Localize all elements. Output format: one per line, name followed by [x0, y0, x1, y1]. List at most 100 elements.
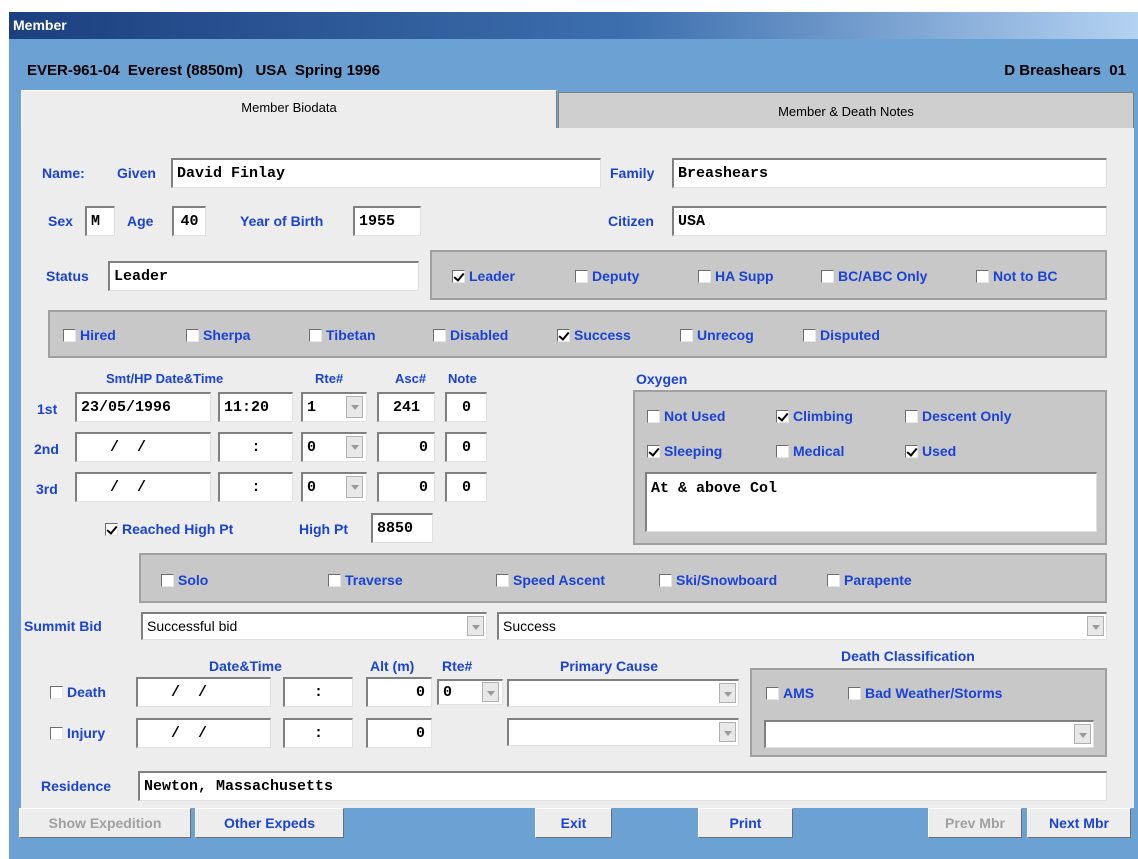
- ascent-field-3[interactable]: 0: [377, 472, 435, 502]
- success-checkbox[interactable]: Success: [557, 327, 631, 343]
- injury-time-field[interactable]: :: [283, 718, 353, 748]
- name-label: Name:: [42, 165, 85, 181]
- leader-checkbox[interactable]: Leader: [452, 268, 515, 284]
- ascent-field-2[interactable]: 0: [377, 432, 435, 462]
- death-classification-select[interactable]: [764, 720, 1094, 748]
- speed-ascent-checkbox[interactable]: Speed Ascent: [496, 572, 605, 588]
- route-select-2[interactable]: 0: [301, 432, 367, 462]
- show-expedition-button[interactable]: Show Expedition: [19, 808, 191, 838]
- oxygen-medical-checkbox[interactable]: Medical: [776, 443, 844, 459]
- ams-label: AMS: [783, 685, 815, 701]
- given-name-field[interactable]: David Finlay: [171, 158, 601, 188]
- disputed-checkbox[interactable]: Disputed: [803, 327, 880, 343]
- tab-member-biodata[interactable]: Member Biodata: [21, 90, 557, 130]
- sherpa-checkbox[interactable]: Sherpa: [186, 327, 250, 343]
- dropdown-arrow-icon[interactable]: [346, 436, 363, 458]
- oxygen-notes-field[interactable]: At & above Col: [645, 472, 1097, 532]
- member-header: D Breashears 01: [1004, 62, 1126, 79]
- not-to-bc-checkbox[interactable]: Not to BC: [976, 268, 1058, 284]
- disputed-label: Disputed: [820, 327, 880, 343]
- death-time-field[interactable]: :: [283, 677, 353, 707]
- oxygen-used-checkbox[interactable]: Used: [905, 443, 956, 459]
- parapente-checkbox[interactable]: Parapente: [827, 572, 912, 588]
- checkbox-icon: [186, 328, 199, 342]
- summit-date-3[interactable]: / /: [75, 472, 211, 502]
- note-field-3[interactable]: 0: [445, 472, 487, 502]
- exit-button[interactable]: Exit: [535, 808, 612, 838]
- bc-abc-only-checkbox[interactable]: BC/ABC Only: [821, 268, 927, 284]
- ski-snowboard-checkbox[interactable]: Ski/Snowboard: [659, 572, 777, 588]
- row-1st-label: 1st: [37, 401, 58, 417]
- next-member-button[interactable]: Next Mbr: [1027, 808, 1131, 838]
- other-expeds-button[interactable]: Other Expeds: [195, 808, 344, 838]
- summit-time-1[interactable]: 11:20: [218, 392, 293, 422]
- sex-field[interactable]: M: [85, 206, 115, 236]
- summit-date-2[interactable]: / /: [75, 432, 211, 462]
- death-checkbox[interactable]: Death: [50, 684, 106, 700]
- death-route-select[interactable]: 0: [437, 679, 503, 705]
- traverse-checkbox[interactable]: Traverse: [328, 572, 403, 588]
- oxygen-not-used-checkbox[interactable]: Not Used: [647, 408, 725, 424]
- dropdown-arrow-icon[interactable]: [482, 682, 499, 702]
- summit-result-select[interactable]: Success: [497, 612, 1107, 640]
- injury-cause-select[interactable]: [507, 718, 739, 746]
- dropdown-arrow-icon[interactable]: [719, 683, 736, 703]
- summit-date-1[interactable]: 23/05/1996: [75, 392, 211, 422]
- member-window: Member EVER-961-04 Everest (8850m) USA S…: [9, 12, 1138, 859]
- checked-box-icon: [452, 269, 465, 283]
- year-of-birth-field[interactable]: 1955: [353, 206, 421, 236]
- summit-time-3[interactable]: :: [218, 472, 293, 502]
- dropdown-arrow-icon[interactable]: [1074, 724, 1091, 744]
- route-select-1[interactable]: 1: [301, 392, 367, 422]
- death-label: Death: [67, 684, 106, 700]
- oxygen-climbing-checkbox[interactable]: Climbing: [776, 408, 853, 424]
- death-altitude-field[interactable]: 0: [366, 677, 432, 707]
- checked-box-icon: [105, 522, 118, 536]
- checked-box-icon: [647, 444, 660, 458]
- checkbox-icon: [433, 328, 446, 342]
- deputy-checkbox[interactable]: Deputy: [575, 268, 639, 284]
- family-name-field[interactable]: Breashears: [672, 158, 1107, 188]
- note-field-2[interactable]: 0: [445, 432, 487, 462]
- checkbox-icon: [698, 269, 711, 283]
- solo-checkbox[interactable]: Solo: [161, 572, 208, 588]
- reached-high-point-checkbox[interactable]: Reached High Pt: [105, 521, 233, 537]
- injury-altitude-field[interactable]: 0: [366, 718, 432, 748]
- high-point-field[interactable]: 8850: [371, 513, 433, 543]
- death-date-field[interactable]: / /: [136, 677, 271, 707]
- checkbox-icon: [496, 573, 509, 587]
- unrecog-checkbox[interactable]: Unrecog: [680, 327, 754, 343]
- oxygen-descent-only-checkbox[interactable]: Descent Only: [905, 408, 1011, 424]
- dropdown-arrow-icon[interactable]: [467, 616, 484, 636]
- dropdown-arrow-icon[interactable]: [346, 476, 363, 498]
- primary-cause-header: Primary Cause: [560, 658, 659, 674]
- hired-checkbox[interactable]: Hired: [63, 327, 116, 343]
- status-field[interactable]: Leader: [108, 261, 419, 291]
- dropdown-arrow-icon[interactable]: [719, 722, 736, 742]
- citizen-field[interactable]: USA: [672, 206, 1107, 236]
- sherpa-label: Sherpa: [203, 327, 251, 343]
- bad-weather-checkbox[interactable]: Bad Weather/Storms: [848, 685, 1002, 701]
- speed-ascent-label: Speed Ascent: [513, 572, 606, 588]
- sex-label: Sex: [48, 213, 73, 229]
- ascent-field-1[interactable]: 241: [377, 392, 435, 422]
- primary-cause-select[interactable]: [507, 679, 739, 707]
- ams-checkbox[interactable]: AMS: [766, 685, 814, 701]
- injury-date-field[interactable]: / /: [136, 718, 271, 748]
- ha-supp-checkbox[interactable]: HA Supp: [698, 268, 774, 284]
- prev-member-button[interactable]: Prev Mbr: [928, 808, 1022, 838]
- route-select-3[interactable]: 0: [301, 472, 367, 502]
- dropdown-arrow-icon[interactable]: [1087, 616, 1104, 636]
- summit-bid-select[interactable]: Successful bid: [141, 612, 487, 640]
- injury-checkbox[interactable]: Injury: [50, 725, 105, 741]
- summit-time-2[interactable]: :: [218, 432, 293, 462]
- print-button[interactable]: Print: [698, 808, 793, 838]
- tab-member-death-notes[interactable]: Member & Death Notes: [558, 92, 1134, 130]
- disabled-checkbox[interactable]: Disabled: [433, 327, 508, 343]
- tibetan-checkbox[interactable]: Tibetan: [309, 327, 376, 343]
- age-field[interactable]: 40: [172, 206, 206, 236]
- note-field-1[interactable]: 0: [445, 392, 487, 422]
- oxygen-sleeping-checkbox[interactable]: Sleeping: [647, 443, 722, 459]
- residence-field[interactable]: Newton, Massachusetts: [138, 771, 1107, 801]
- dropdown-arrow-icon[interactable]: [346, 396, 363, 418]
